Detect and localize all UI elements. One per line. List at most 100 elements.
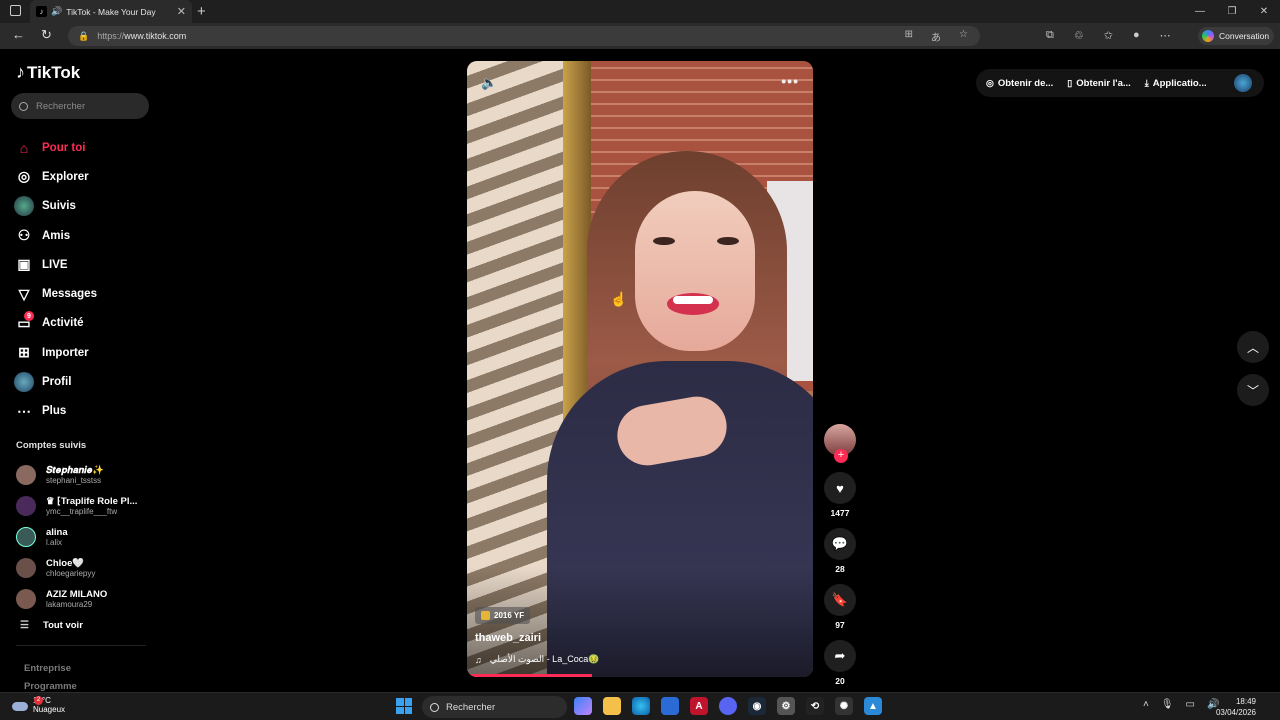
avatar [16,465,36,486]
steam-icon[interactable]: ◉ [748,697,766,715]
store-icon[interactable] [661,697,679,715]
new-tab-icon[interactable]: + [197,3,206,20]
profile-icon[interactable]: ● [1133,29,1140,42]
footer-link-programme[interactable]: Programme [24,681,77,692]
video-tag[interactable]: 2016 YF [475,607,531,624]
get-coins-label: Obtenir de... [997,77,1054,89]
refresh-icon[interactable]: ↻ [41,27,52,43]
get-coins-link[interactable]: ◎ Obtenir de... [986,78,1053,89]
tiktok-favicon-icon: ♪ [36,6,47,17]
list-item[interactable]: AZIZ MILANO lakamoura29 [16,583,137,614]
search-placeholder: Rechercher [36,100,86,112]
previous-video-button[interactable]: ︿ [1237,331,1269,363]
back-icon[interactable]: ← [12,27,25,42]
app-available-icon[interactable]: ⊞ [905,29,913,44]
minimize-icon[interactable]: — [1184,0,1216,23]
save-button[interactable]: 🔖 [824,584,856,616]
see-all-link[interactable]: ☰ Tout voir [20,620,83,631]
copilot-conversation-button[interactable]: Conversation [1198,27,1274,45]
microphone-icon[interactable]: 🎙 [1161,699,1174,710]
sidebar-item-live[interactable]: ▣ LIVE [14,250,97,279]
translate-icon[interactable]: あ [931,29,941,44]
list-item[interactable]: ♛ ⁅Traplife Role Pl... ymc__traplife___ft… [16,491,137,522]
epic-games-icon[interactable]: ⟲ [806,697,824,715]
edge-icon[interactable] [632,697,650,715]
next-video-button[interactable]: ﹀ [1237,374,1269,406]
live-icon: ▣ [17,256,31,273]
photos-icon[interactable]: ▲ [864,697,882,715]
activity-icon: ▭ 9 [14,311,34,333]
tab-actions-icon[interactable] [10,5,21,16]
home-icon: ⌂ [19,139,29,156]
like-button[interactable]: ♥ [824,472,856,504]
discord-icon[interactable] [719,697,737,715]
get-app-link[interactable]: ▯ Obtenir l'a... [1067,78,1130,89]
adobe-icon[interactable]: A [690,697,708,715]
account-handle: lakamoura29 [46,599,93,609]
video-sound[interactable]: ♫ الصوت الأصلي - La_Coca🤢 [475,654,599,665]
close-window-icon[interactable]: ✕ [1248,0,1280,23]
list-item[interactable]: Chloe🤍 chloegariepyy [16,552,137,583]
taskbar-search[interactable]: Rechercher [422,696,567,718]
comment-button[interactable]: 💬 [824,528,856,560]
friends-icon: ⚇ [17,227,31,244]
sidebar-item-plus[interactable]: ⋯ Plus [14,397,97,426]
get-app-label: Obtenir l'a... [1076,77,1131,89]
see-all-label: Tout voir [42,620,83,631]
settings-icon[interactable]: ⚙ [777,697,795,715]
browser-essentials-icon[interactable]: ♲ [1074,29,1084,42]
more-options-icon[interactable]: ••• [781,73,799,89]
copilot-app-icon[interactable] [574,697,592,715]
settings-more-icon[interactable]: ⋯ [1160,29,1171,42]
following-section-title: Comptes suivis [16,440,87,451]
speaker-icon[interactable]: 🔊 [51,6,62,17]
browser-tab[interactable]: ♪ 🔊 TikTok - Make Your Day ✕ [30,0,192,23]
sidebar-item-activite[interactable]: ▭ 9 Activité [14,309,97,338]
file-explorer-icon[interactable] [603,697,621,715]
clock[interactable]: 18:49 03/04/2026 [1216,696,1256,718]
favorite-star-icon[interactable]: ☆ [959,29,968,44]
windows-start-icon[interactable] [396,698,412,714]
author-avatar[interactable]: + [824,424,856,463]
extensions-icon[interactable]: ⧉ [1046,29,1054,42]
weather-widget[interactable]: 2 14°C Nuageux [12,696,65,714]
video-author[interactable]: thaweb_zairi [475,632,541,644]
sidebar-item-importer[interactable]: ⊞ Importer [14,338,97,367]
video-frame [467,61,813,677]
display-icon[interactable]: ▭ [1186,699,1195,710]
list-item[interactable]: 𝑺𝒕𝒆𝒑𝒉𝒂𝒏𝒊𝒆✨ stephani_tsstss [16,460,137,491]
list-item[interactable]: alina l.alix [16,522,137,553]
tiktok-note-icon: ♪ [16,62,25,82]
sidebar-item-explorer[interactable]: ◎ Explorer [14,162,97,191]
follow-plus-icon[interactable]: + [834,449,848,463]
url-field[interactable]: 🔒 https:// www.tiktok.com ⊞ あ ☆ [68,26,980,46]
weather-condition: Nuageux [33,705,66,714]
sidebar-item-messages[interactable]: ▽ Messages [14,279,97,308]
sidebar-nav: ⌂ Pour toi ◎ Explorer Suivis ⚇ Amis ▣ LI… [14,133,97,426]
favorites-icon[interactable]: ✩ [1104,29,1113,42]
sidebar-item-suivis[interactable]: Suivis [14,192,97,221]
sidebar-item-amis[interactable]: ⚇ Amis [14,221,97,250]
close-tab-icon[interactable]: ✕ [177,5,186,18]
maximize-icon[interactable]: ❐ [1216,0,1248,23]
footer-link-entreprise[interactable]: Entreprise [24,663,71,674]
sidebar-item-pour-toi[interactable]: ⌂ Pour toi [14,133,97,162]
video-progress-bar[interactable] [467,674,592,677]
chevron-up-icon[interactable]: ˄ [1143,699,1149,710]
search-input[interactable]: Rechercher [11,93,149,119]
sidebar-item-label: Suivis [42,200,76,213]
compass-icon: ◎ [17,168,31,185]
sidebar-item-label: LIVE [42,258,68,271]
comment-count: 28 [835,564,845,574]
chatgpt-icon[interactable]: ✺ [835,697,853,715]
tiktok-logo[interactable]: ♪ TikTok [16,62,80,83]
pc-app-link[interactable]: ⤓ Applicatio... [1145,78,1207,89]
volume-icon[interactable]: 🔈 [481,75,497,91]
upload-icon: ⊞ [18,344,30,361]
video-player[interactable]: 🔈 ••• 2016 YF thaweb_zairi ♫ الصوت الأصل… [467,61,813,677]
user-avatar[interactable] [1234,74,1252,92]
clock-time: 18:49 [1235,697,1256,706]
conversation-label: Conversation [1219,31,1270,41]
share-button[interactable]: ➦ [824,640,856,672]
sidebar-item-profil[interactable]: Profil [14,367,97,396]
